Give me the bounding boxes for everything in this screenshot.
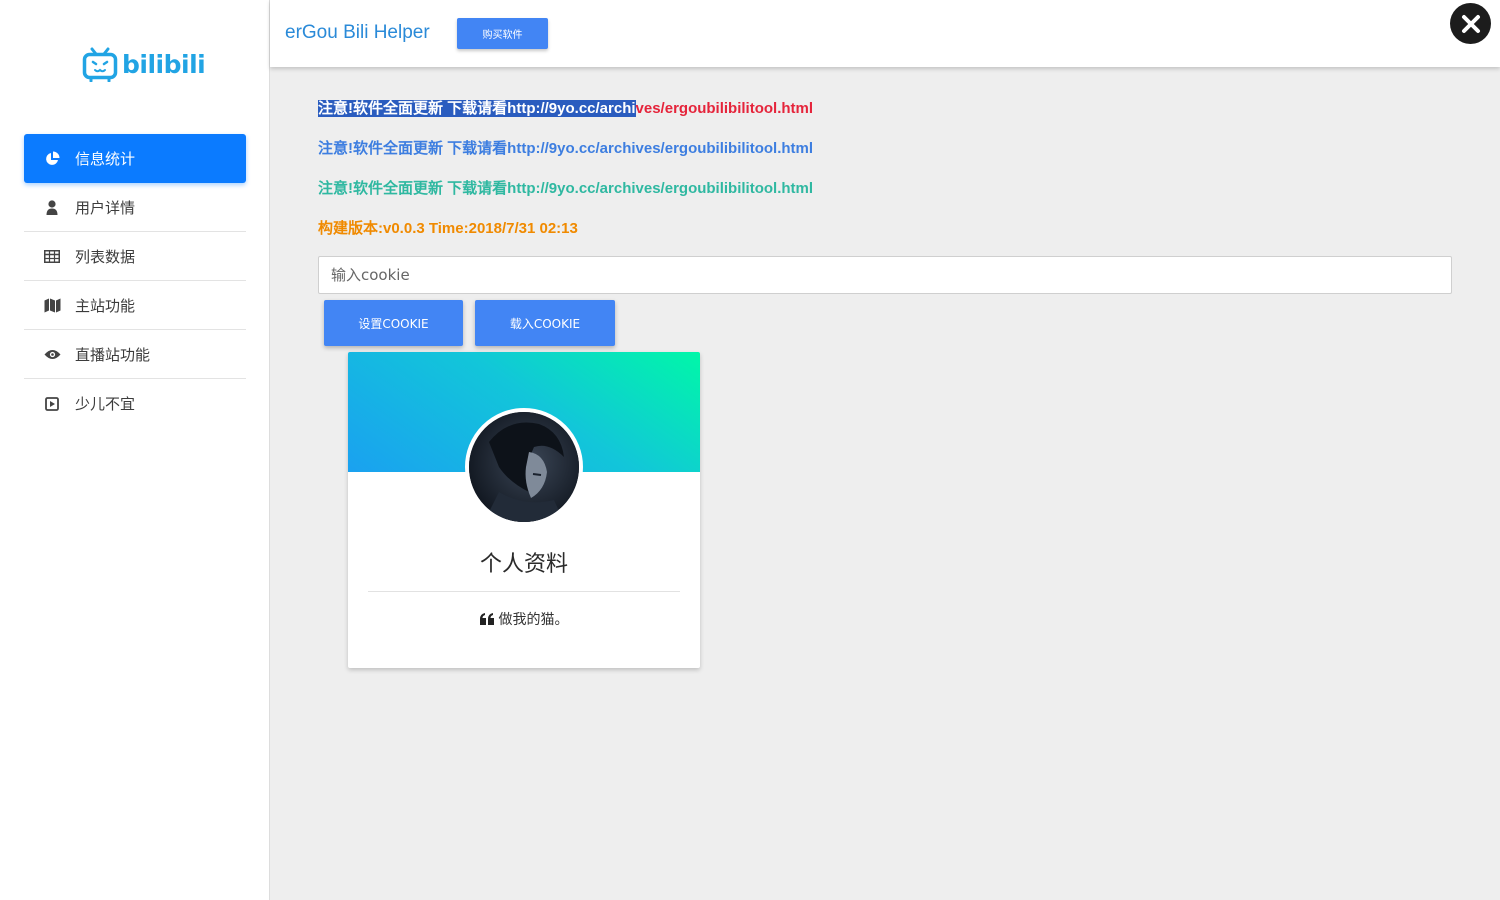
notice-update-red[interactable]: 注意!软件全面更新 下载请看http://9yo.cc/archives/erg… [318, 97, 813, 118]
sidebar-item-label: 主站功能 [75, 296, 136, 315]
sidebar-item-adult[interactable]: 少儿不宜 [24, 379, 246, 428]
sidebar-item-label: 直播站功能 [75, 345, 151, 364]
quote-left-icon [479, 613, 495, 625]
eye-icon [43, 346, 61, 362]
pie-chart-icon [43, 151, 61, 167]
profile-card: 个人资料 做我的猫。 [348, 352, 700, 668]
sidebar: bilibili 信息统计 用户详情 列表数据 主站功能 直播站功能 少儿不宜 [0, 0, 270, 900]
build-version: 构建版本:v0.0.3 Time:2018/7/31 02:13 [318, 220, 578, 237]
set-cookie-button[interactable]: 设置COOKIE [324, 300, 463, 346]
sidebar-item-main-site[interactable]: 主站功能 [24, 281, 246, 330]
map-icon [43, 297, 61, 313]
cookie-input[interactable] [318, 256, 1452, 294]
notice-update-teal[interactable]: 注意!软件全面更新 下载请看http://9yo.cc/archives/erg… [318, 177, 813, 198]
sidebar-item-live-site[interactable]: 直播站功能 [24, 330, 246, 379]
tv-icon [82, 47, 118, 82]
app-title: erGou Bili Helper [285, 22, 430, 43]
sidebar-item-label: 信息统计 [75, 150, 136, 168]
notice-text: ves/ergoubilibilitool.html [635, 100, 814, 117]
load-cookie-button[interactable]: 载入COOKIE [475, 300, 615, 346]
sidebar-item-label: 列表数据 [75, 247, 136, 266]
profile-quote-text: 做我的猫。 [498, 612, 569, 628]
profile-divider [368, 591, 680, 592]
table-icon [43, 248, 61, 264]
sidebar-item-label: 少儿不宜 [75, 395, 136, 413]
sidebar-item-stats[interactable]: 信息统计 [24, 134, 246, 183]
user-icon [43, 199, 61, 215]
avatar [465, 408, 583, 526]
sidebar-item-label: 用户详情 [75, 198, 136, 217]
sidebar-item-list-data[interactable]: 列表数据 [24, 232, 246, 281]
play-square-icon [43, 396, 61, 412]
sidebar-nav: 信息统计 用户详情 列表数据 主站功能 直播站功能 少儿不宜 [24, 134, 246, 428]
sidebar-item-user-details[interactable]: 用户详情 [24, 183, 246, 232]
app-header: erGou Bili Helper 购买软件 [270, 0, 1500, 67]
close-icon [1461, 14, 1480, 33]
profile-quote: 做我的猫。 [348, 609, 700, 629]
selected-text: 注意!软件全面更新 下载请看http://9yo.cc/archi [318, 100, 636, 117]
logo-text: bilibili [122, 49, 206, 79]
close-button[interactable] [1450, 3, 1491, 44]
bilibili-logo: bilibili [82, 44, 206, 84]
profile-title: 个人资料 [479, 552, 568, 577]
buy-software-button[interactable]: 购买软件 [457, 18, 548, 49]
notice-update-blue[interactable]: 注意!软件全面更新 下载请看http://9yo.cc/archives/erg… [318, 137, 813, 158]
